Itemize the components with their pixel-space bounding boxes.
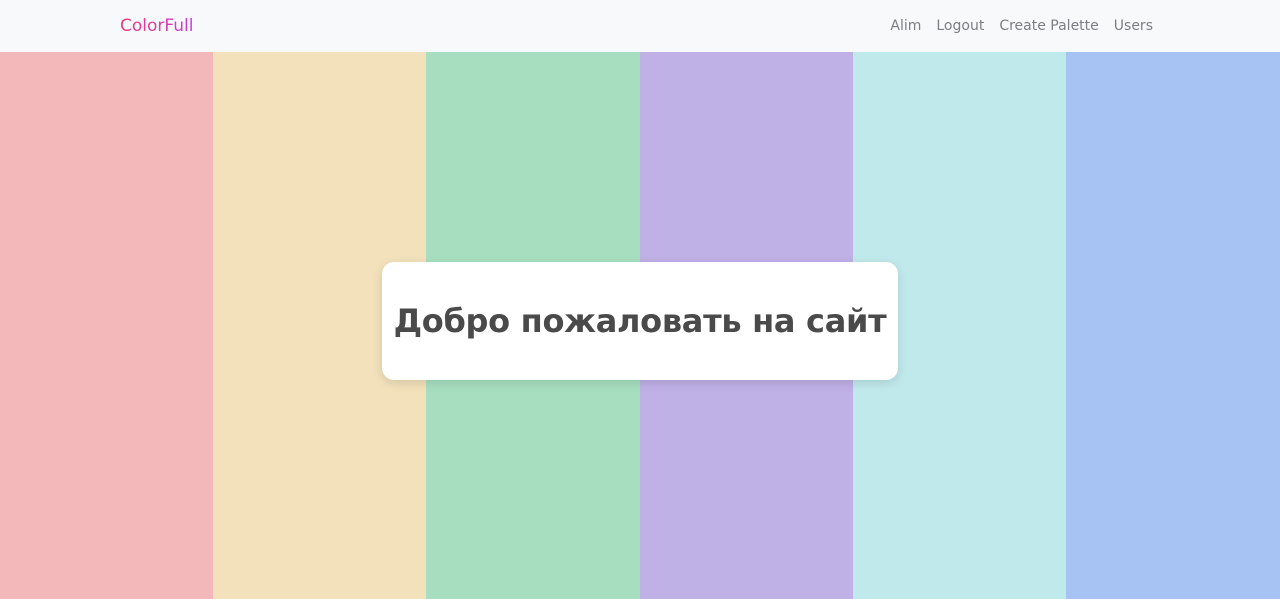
color-stripe [1066, 52, 1280, 599]
nav-links: Alim Logout Create Palette Users [890, 14, 1153, 38]
nav-link-users[interactable]: Users [1114, 14, 1153, 38]
nav-link-alim[interactable]: Alim [890, 14, 921, 38]
welcome-title: Добро пожаловать на сайт [393, 302, 887, 340]
welcome-card: Добро пожаловать на сайт [382, 262, 898, 380]
navbar: ColorFull Alim Logout Create Palette Use… [0, 0, 1280, 52]
brand-logo-link[interactable]: ColorFull [120, 14, 193, 38]
color-stripe [0, 52, 213, 599]
nav-link-logout[interactable]: Logout [936, 14, 984, 38]
nav-link-create-palette[interactable]: Create Palette [999, 14, 1098, 38]
